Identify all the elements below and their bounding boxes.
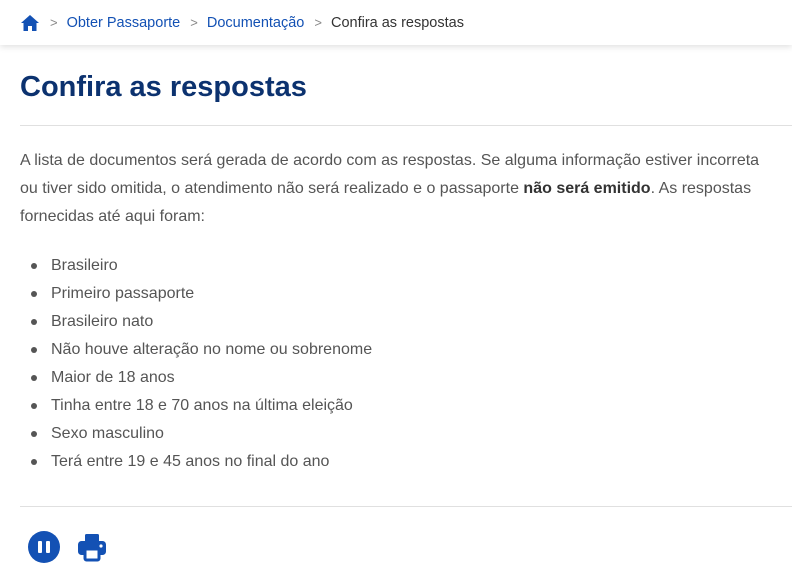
- breadcrumb-link-documentacao[interactable]: Documentação: [207, 15, 305, 31]
- answers-list: Brasileiro Primeiro passaporte Brasileir…: [20, 252, 792, 476]
- list-item: Tinha entre 18 e 70 anos na última eleiç…: [31, 392, 792, 420]
- home-icon[interactable]: [20, 14, 40, 32]
- pause-icon: [38, 541, 42, 553]
- divider: [20, 125, 792, 126]
- breadcrumb-separator-icon: >: [50, 15, 58, 30]
- breadcrumb-link-obter-passaporte[interactable]: Obter Passaporte: [67, 15, 181, 31]
- breadcrumb-separator-icon: >: [190, 15, 198, 30]
- page-title: Confira as respostas: [20, 71, 307, 103]
- intro-paragraph: A lista de documentos será gerada de aco…: [20, 147, 760, 231]
- list-item: Sexo masculino: [31, 420, 792, 448]
- actions-bar: [20, 531, 792, 563]
- main-content: Confira as respostas A lista de document…: [20, 45, 792, 563]
- breadcrumb-current: Confira as respostas: [330, 14, 464, 31]
- breadcrumb: > Obter Passaporte > Documentação > Conf…: [0, 0, 792, 45]
- list-item: Brasileiro: [31, 252, 792, 280]
- list-item: Não houve alteração no nome ou sobrenome: [31, 336, 792, 364]
- print-icon: [78, 534, 106, 562]
- intro-emphasis: não será emitido: [523, 180, 651, 197]
- list-item: Maior de 18 anos: [31, 364, 792, 392]
- list-item: Terá entre 19 e 45 anos no final do ano: [31, 448, 792, 476]
- print-button[interactable]: [76, 531, 108, 563]
- list-item: Brasileiro nato: [31, 308, 792, 336]
- pause-icon: [46, 541, 50, 553]
- list-item: Primeiro passaporte: [31, 280, 792, 308]
- divider: [20, 506, 792, 507]
- pause-button[interactable]: [28, 531, 60, 563]
- breadcrumb-separator-icon: >: [314, 15, 322, 30]
